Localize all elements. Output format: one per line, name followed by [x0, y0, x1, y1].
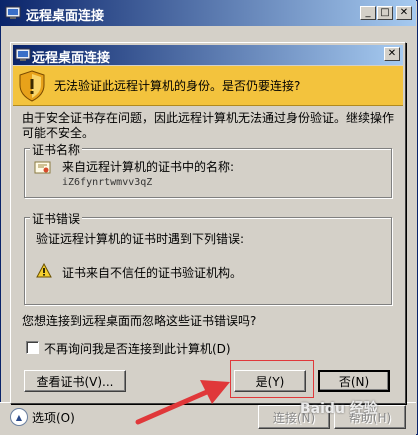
- cert-errors-legend: 证书错误: [30, 210, 83, 227]
- cert-name-legend: 证书名称: [30, 141, 83, 158]
- close-icon: ✕: [399, 7, 409, 18]
- warning-shield-icon: [19, 70, 45, 102]
- dialog-close-button[interactable]: ✕: [384, 47, 400, 61]
- certificate-icon: [34, 161, 51, 174]
- yes-highlight-box: [230, 360, 314, 398]
- options-toggle[interactable]: ▲ 选项(O): [10, 407, 92, 427]
- chevron-up-icon: ▲: [10, 408, 28, 426]
- cert-from-label: 来自远程计算机的证书中的名称:: [62, 160, 235, 174]
- minimize-icon: _: [365, 7, 371, 18]
- parent-close-button[interactable]: ✕: [396, 6, 412, 20]
- cert-name-value: iZ6fynrtwmvv3qZ: [62, 177, 153, 188]
- watermark: Baidu 经验: [300, 401, 378, 417]
- cert-errors-intro: 验证远程计算机的证书时遇到下列错误:: [36, 232, 245, 246]
- remote-desktop-icon: [5, 6, 21, 19]
- question-text: 您想连接到远程桌面而忽略这些证书错误吗?: [22, 314, 257, 328]
- minimize-button[interactable]: _: [360, 6, 376, 20]
- warning-icon: [36, 263, 52, 278]
- dont-ask-checkbox[interactable]: [26, 341, 39, 354]
- security-description: 由于安全证书存在问题，因此远程计算机无法通过身份验证。继续操作可能不安全。: [22, 111, 395, 140]
- dont-ask-label[interactable]: 不再询问我是否连接到此计算机(D): [44, 340, 231, 357]
- view-certificate-button[interactable]: 查看证书(V)...: [24, 370, 126, 392]
- maximize-icon: □: [380, 7, 390, 18]
- maximize-button[interactable]: □: [377, 6, 393, 20]
- options-label: 选项(O): [32, 410, 75, 425]
- pointer-arrow-icon: [135, 380, 230, 425]
- remote-desktop-icon: [15, 48, 31, 61]
- no-button[interactable]: 否(N): [318, 370, 390, 392]
- banner-text: 无法验证此远程计算机的身份。是否仍要连接?: [54, 79, 301, 93]
- parent-title: 远程桌面连接: [26, 9, 105, 24]
- dialog-title: 远程桌面连接: [32, 51, 111, 66]
- cert-error-text: 证书来自不信任的证书验证机构。: [62, 266, 243, 280]
- close-icon: ✕: [387, 48, 397, 59]
